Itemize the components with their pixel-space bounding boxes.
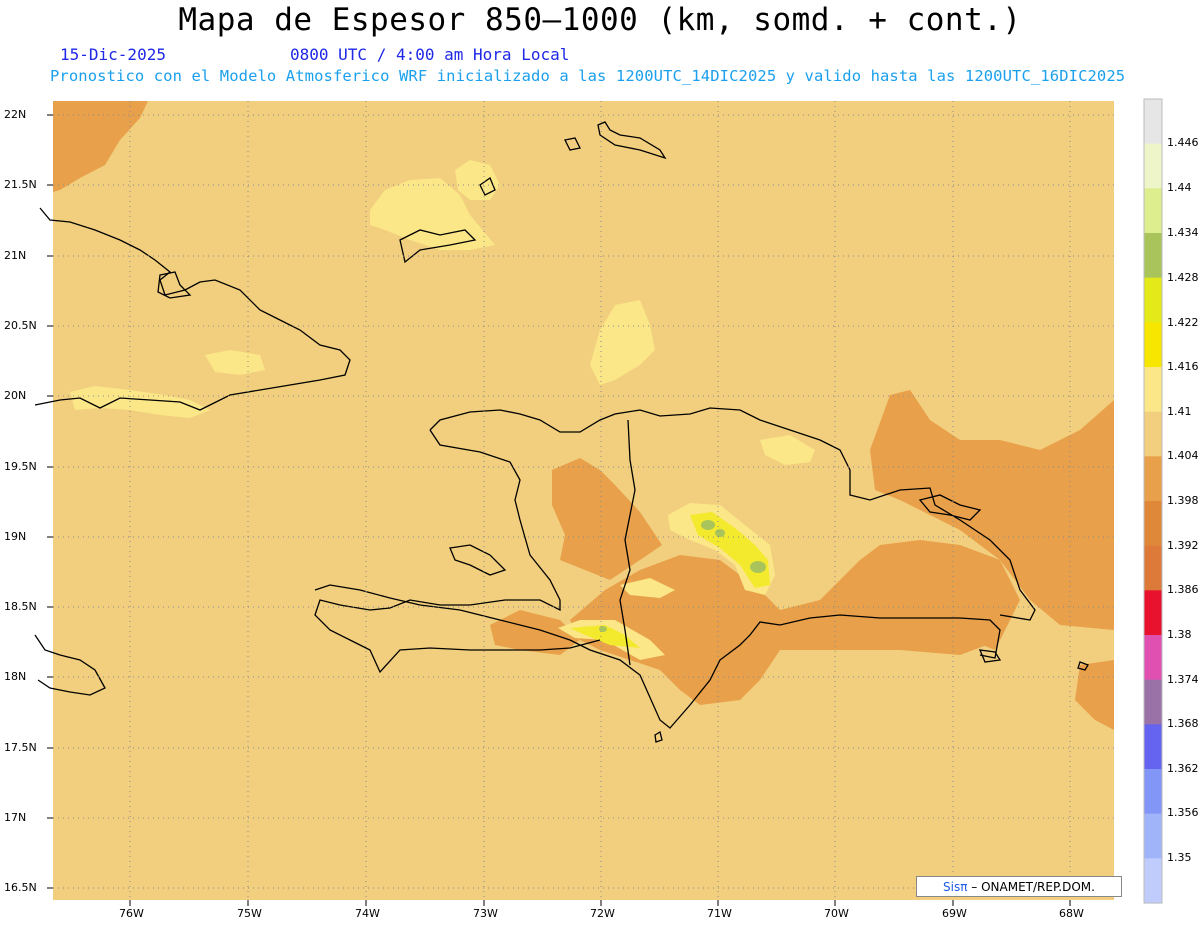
colorbar-swatch (1144, 501, 1162, 547)
lon-label: 69W (942, 907, 967, 920)
lat-label: 21N (4, 249, 27, 262)
colorbar-swatch (1144, 143, 1162, 189)
colorbar-label: 1.374 (1167, 673, 1199, 686)
lon-label: 72W (590, 907, 615, 920)
colorbar-swatch (1144, 233, 1162, 279)
credit-box: Sisπ – ONAMET/REP.DOM. (916, 876, 1122, 897)
lat-label: 20N (4, 389, 27, 402)
colorbar-swatch (1144, 635, 1162, 681)
thickness-map (34, 98, 1163, 906)
colorbar-swatch (1144, 277, 1162, 323)
colorbar-label: 1.368 (1167, 717, 1199, 730)
sispi-logo: Sisπ (943, 880, 968, 894)
lon-label: 70W (824, 907, 849, 920)
credit-text: – ONAMET/REP.DOM. (971, 880, 1095, 894)
lat-label: 19N (4, 530, 27, 543)
colorbar-swatch (1144, 367, 1162, 413)
colorbar (1144, 99, 1162, 904)
colorbar-label: 1.422 (1167, 316, 1199, 329)
lat-label: 18N (4, 670, 27, 683)
colorbar-swatch (1144, 411, 1162, 457)
lat-label: 20.5N (4, 319, 37, 332)
colorbar-swatch (1144, 813, 1162, 859)
lat-label: 18.5N (4, 600, 37, 613)
lon-label: 73W (473, 907, 498, 920)
colorbar-swatch (1144, 590, 1162, 636)
colorbar-label: 1.446 (1167, 136, 1199, 149)
colorbar-label: 1.428 (1167, 271, 1199, 284)
lon-label: 74W (355, 907, 380, 920)
colorbar-swatch (1144, 769, 1162, 815)
colorbar-label: 1.35 (1167, 851, 1192, 864)
lon-label: 71W (707, 907, 732, 920)
colorbar-swatch (1144, 322, 1162, 368)
colorbar-swatch (1144, 724, 1162, 770)
colorbar-swatch (1144, 188, 1162, 234)
colorbar-label: 1.398 (1167, 494, 1199, 507)
lat-label: 16.5N (4, 881, 37, 894)
colorbar-label: 1.434 (1167, 226, 1199, 239)
colorbar-label: 1.41 (1167, 405, 1192, 418)
colorbar-label: 1.38 (1167, 628, 1192, 641)
colorbar-label: 1.356 (1167, 806, 1199, 819)
lat-label: 17.5N (4, 741, 37, 754)
colorbar-label: 1.392 (1167, 539, 1199, 552)
colorbar-label: 1.44 (1167, 181, 1192, 194)
lat-label: 22N (4, 108, 27, 121)
lon-label: 75W (237, 907, 262, 920)
colorbar-label: 1.362 (1167, 762, 1199, 775)
lon-label: 76W (119, 907, 144, 920)
colorbar-swatch (1144, 456, 1162, 502)
colorbar-swatch (1144, 99, 1162, 145)
colorbar-swatch (1144, 545, 1162, 591)
colorbar-label: 1.386 (1167, 583, 1199, 596)
colorbar-label: 1.404 (1167, 449, 1199, 462)
lat-label: 19.5N (4, 460, 37, 473)
colorbar-swatch (1144, 858, 1162, 904)
colorbar-swatch (1144, 679, 1162, 725)
lat-label: 17N (4, 811, 27, 824)
colorbar-label: 1.416 (1167, 360, 1199, 373)
lon-label: 68W (1059, 907, 1084, 920)
lat-label: 21.5N (4, 178, 37, 191)
